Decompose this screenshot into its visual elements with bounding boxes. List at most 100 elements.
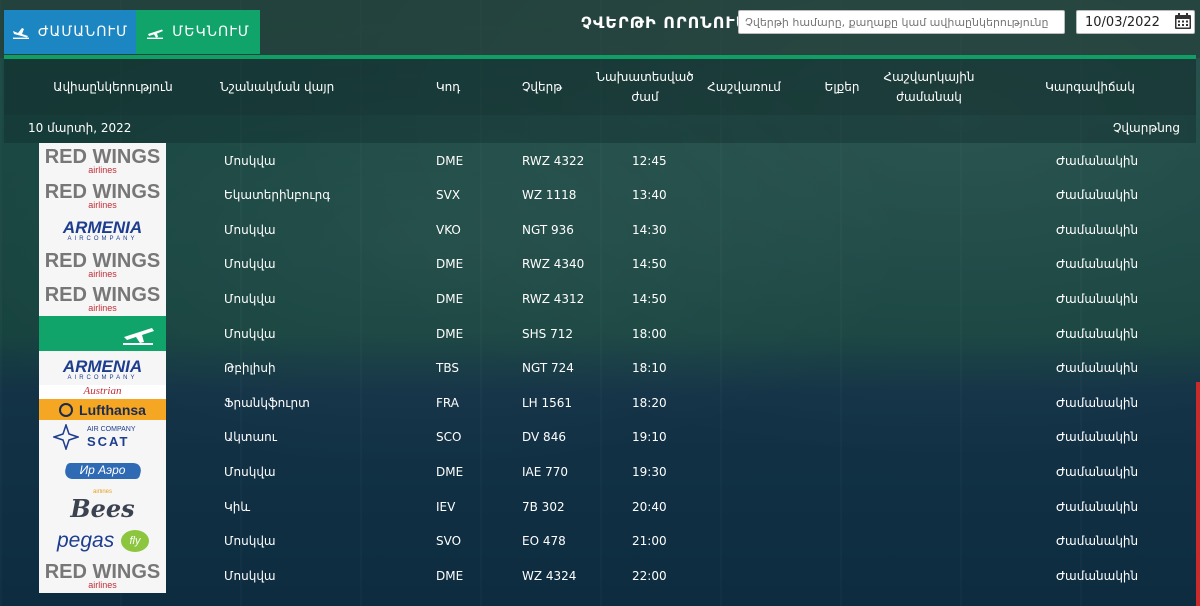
col-airline: Ավիաընկերություն [53,80,173,94]
flight-row[interactable]: ARMENIA AIRCOMPANY Թբիլիսի TBS NGT 724 1… [4,350,1196,386]
flight-number-cell: EO 478 [522,534,566,549]
destination-cell: Ֆրանկֆուրտ [224,395,310,410]
table-header: Ավիաընկերություն Նշանակման վայր Կոդ Չվեր… [4,59,1196,115]
destination-cell: Մոսկվա [224,222,276,237]
col-flight: Չվերթ [521,80,563,94]
flight-number-cell: 7B 302 [522,499,565,514]
airline-logo-sub: airlines [88,303,117,314]
flight-row[interactable]: RED WINGS airlines Մոսկվա DME RWZ 4312 1… [4,281,1196,317]
status-cell: Ժամանակին [1056,257,1139,272]
top-bar: ԺԱՄԱՆՈՒՄ ՄԵԿՆՈՒՄ ՉՎԵՐԹԻ ՈՐՈՆՈՒՄ [0,0,1200,58]
flight-number-cell: RWZ 4340 [522,257,585,272]
flight-row[interactable]: Ир Аэро Մոսկվա DME IAE 770 19:30 Ժամանակ… [4,454,1196,490]
destination-cell: Թբիլիսի [224,361,276,376]
flight-number-cell: LH 1561 [522,395,573,410]
code-cell: VKO [436,222,461,237]
tab-departures[interactable]: ՄԵԿՆՈՒՄ [136,10,260,54]
flight-number-cell: DV 846 [522,430,566,445]
airline-logo-sub: airlines [88,580,117,591]
day-row: 10 մարտի, 2022 Չվարթնոց [4,115,1196,143]
scheduled-time-cell: 13:40 [632,188,667,203]
airline-logo: RED WINGS airlines [39,177,166,213]
scheduled-time-cell: 14:30 [632,222,667,237]
flight-row[interactable]: AIR COMPANY SCAT Ակտաու SCO DV 846 19:10… [4,419,1196,455]
col-scheduled-time: Նախատեսված ժամ [596,70,694,104]
flight-row[interactable]: RED WINGS airlines Մոսկվա DME RWZ 4322 1… [4,143,1196,178]
airline-logo-text: Bees [70,494,135,523]
scheduled-time-cell: 12:45 [632,153,667,168]
status-cell: Ժամանակին [1056,499,1139,514]
status-cell: Ժամանակին [1056,361,1139,376]
destination-cell: Մոսկվա [224,257,276,272]
flight-row[interactable]: ARMENIA AIRCOMPANY Մոսկվա VKO NGT 936 14… [4,212,1196,248]
flight-number-cell: RWZ 4322 [522,153,585,168]
code-cell: TBS [436,361,459,376]
airline-logo-sub: Austrian [39,385,166,400]
plane-takeoff-icon [123,328,154,345]
flight-row[interactable]: RED WINGS airlines Մոսկվա DME WZ 4324 22… [4,558,1196,594]
col-code: Կոդ [435,80,461,94]
status-cell: Ժամանակին [1056,568,1139,583]
airline-logo: RED WINGS airlines [39,558,166,594]
scat-star-icon [53,423,79,450]
status-cell: Ժամանակին [1056,395,1139,410]
col-destination: Նշանակման վայր [220,80,335,94]
flight-row[interactable]: RED WINGS airlines Եկատերինբուրգ SVX WZ … [4,177,1196,213]
flight-row[interactable]: airlines Bees Կիև IEV 7B 302 20:40 Ժաման… [4,489,1196,524]
code-cell: DME [436,464,464,479]
airline-logo: AIR COMPANY SCAT [39,419,166,455]
flight-row[interactable]: Մոսկվա DME SHS 712 18:00 Ժամանակին [4,316,1196,351]
code-cell: DME [436,326,464,341]
calendar-icon[interactable] [1174,12,1192,30]
airline-logo-sub: fly [121,529,149,552]
airline-logo-sub: airlines [88,165,117,175]
scheduled-time-cell: 14:50 [632,291,667,306]
scheduled-time-cell: 22:00 [632,568,667,583]
destination-cell: Կիև [224,499,251,514]
status-cell: Ժամանակին [1056,291,1139,306]
code-cell: IEV [436,499,456,514]
code-cell: SVX [436,188,461,203]
airline-logo-text: SCAT [87,433,130,449]
airline-logo: airlines Bees [39,489,166,524]
destination-cell: Եկատերինբուրգ [224,188,331,203]
scheduled-time-cell: 20:40 [632,499,667,514]
plane-takeoff-icon [147,29,164,39]
flight-row[interactable]: pegas fly Մոսկվա SVO EO 478 21:00 Ժամանա… [4,523,1196,559]
airline-logo: ARMENIA AIRCOMPANY [39,212,166,248]
col-estimated-time: Հաշվարկային ժամանակ [883,70,975,104]
airline-logo-sub: AIRCOMPANY [67,374,138,381]
status-cell: Ժամանակին [1056,188,1139,203]
airline-logo: pegas fly [39,523,166,559]
scheduled-time-cell: 18:00 [632,326,667,341]
destination-cell: Մոսկվա [224,326,276,341]
flight-search-title: ՉՎԵՐԹԻ ՈՐՈՆՈՒՄ [581,13,750,32]
code-cell: SVO [436,534,462,549]
tab-arrivals-label: ԺԱՄԱՆՈՒՄ [37,24,129,40]
destination-cell: Մոսկվա [224,153,276,168]
departed-label: Չվարթնոց [1112,121,1180,135]
code-cell: DME [436,257,464,272]
scheduled-time-cell: 19:30 [632,464,667,479]
flight-search-input[interactable] [738,10,1065,34]
status-cell: Ժամանակին [1056,222,1139,237]
flight-board-page: ԺԱՄԱՆՈՒՄ ՄԵԿՆՈՒՄ ՉՎԵՐԹԻ ՈՐՈՆՈՒՄ Ավիաընկե… [0,0,1200,606]
airline-logo-text: ARMENIA [62,356,143,376]
scrollbar[interactable] [1196,382,1200,606]
destination-cell: Ակտաու [224,430,277,445]
airline-logo [39,316,166,351]
flight-number-cell: SHS 712 [522,326,573,341]
tab-arrivals[interactable]: ԺԱՄԱՆՈՒՄ [4,10,136,54]
day-date: 10 մարտի, 2022 [28,121,132,135]
airline-logo: Ир Аэро [39,454,166,490]
status-cell: Ժամանակին [1056,326,1139,341]
scheduled-time-cell: 18:20 [632,395,667,410]
scheduled-time-cell: 18:10 [632,361,667,376]
plane-landing-icon [12,28,29,39]
flight-row[interactable]: RED WINGS airlines Մոսկվա DME RWZ 4340 1… [4,246,1196,282]
airline-logo-sub: airlines [88,268,117,279]
flight-row[interactable]: Austrian Lufthansa Ֆրանկֆուրտ FRA LH 156… [4,385,1196,421]
flight-number-cell: WZ 4324 [522,568,577,583]
flight-number-cell: WZ 1118 [522,188,577,203]
scheduled-time-cell: 14:50 [632,257,667,272]
